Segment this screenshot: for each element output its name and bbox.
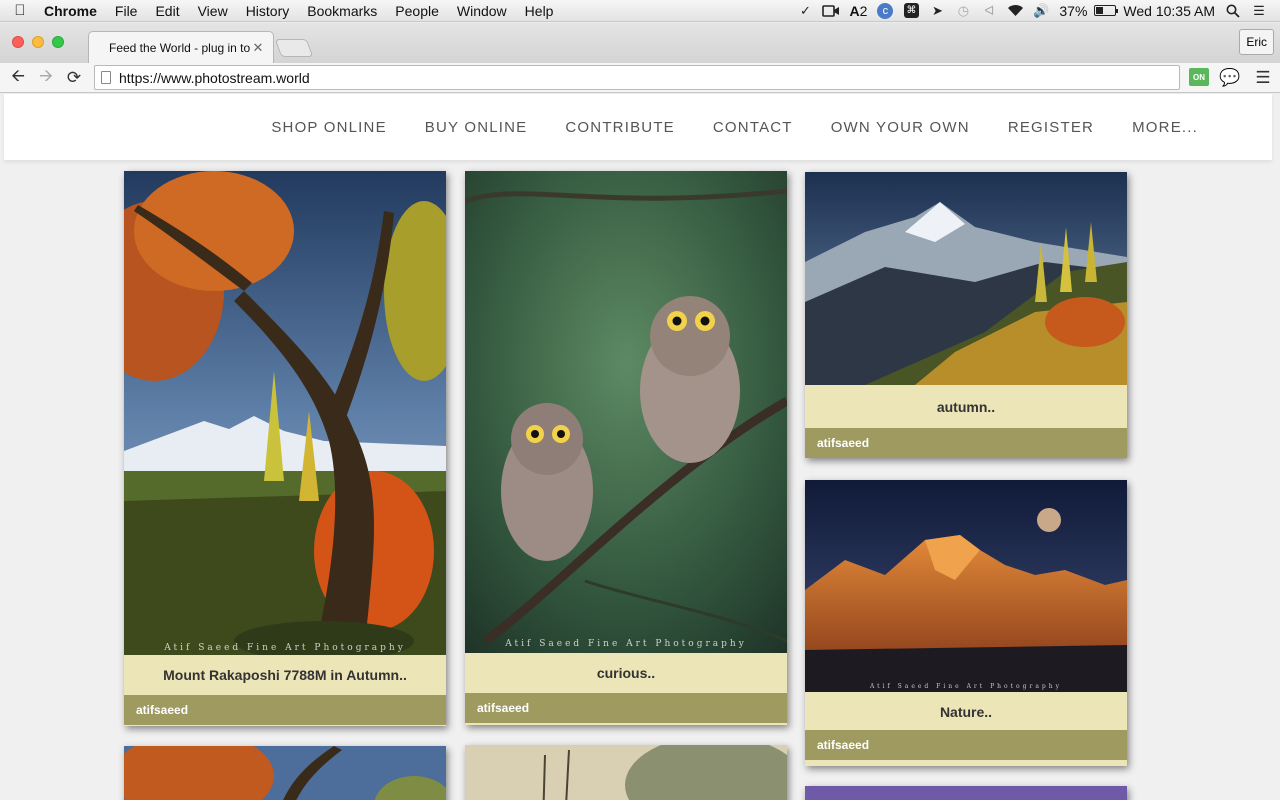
time-machine-icon[interactable]: ◷: [950, 0, 976, 22]
c-badge-icon[interactable]: c: [872, 0, 898, 22]
photo-card[interactable]: Atif Saeed Fine Art Photography Nature..…: [805, 480, 1127, 766]
battery-icon[interactable]: [1092, 0, 1119, 22]
command-key-icon[interactable]: ⌘: [898, 0, 924, 22]
address-bar[interactable]: https://www.photostream.world: [94, 65, 1180, 90]
photo-card[interactable]: [465, 745, 787, 800]
card-author[interactable]: atifsaeed: [805, 428, 1127, 458]
chat-bubble-extension-icon[interactable]: 💬: [1219, 68, 1240, 88]
nav-shop-online[interactable]: SHOP ONLINE: [271, 119, 386, 136]
nav-more[interactable]: MORE...: [1132, 119, 1198, 136]
spotlight-search-icon[interactable]: [1220, 0, 1246, 22]
photo-card[interactable]: Atif Saeed Fine Art Photography curious.…: [465, 171, 787, 725]
window-minimize-button[interactable]: [32, 36, 44, 48]
battery-percent: 37%: [1059, 2, 1088, 19]
photo-watermark: Atif Saeed Fine Art Photography: [164, 643, 406, 653]
photo-card[interactable]: [805, 786, 1127, 800]
tab-title: Feed the World - plug in to: [109, 40, 251, 55]
reload-icon[interactable]: ⟳: [60, 65, 88, 91]
menu-view[interactable]: View: [189, 3, 237, 19]
clock[interactable]: Wed 10:35 AM: [1118, 3, 1220, 19]
menu-edit[interactable]: Edit: [146, 3, 188, 19]
apple-menu-icon[interactable]: : [0, 2, 40, 19]
forward-arrow-icon[interactable]: 🡪: [32, 65, 60, 91]
fast-forward-icon[interactable]: ➤: [924, 0, 950, 22]
window-close-button[interactable]: [12, 36, 24, 48]
back-arrow-icon[interactable]: 🡨: [4, 65, 32, 91]
menu-people[interactable]: People: [386, 3, 448, 19]
card-caption[interactable]: autumn..: [805, 387, 1127, 427]
menu-window[interactable]: Window: [448, 3, 516, 19]
browser-toolbar: 🡨 🡪 ⟳ https://www.photostream.world ON 💬…: [0, 63, 1280, 93]
browser-tab-active[interactable]: Feed the World - plug in to ✕: [88, 31, 274, 63]
card-author[interactable]: atifsaeed: [805, 730, 1127, 760]
bluetooth-icon[interactable]: ᐊ: [976, 0, 1002, 22]
photo-card[interactable]: [124, 746, 446, 800]
window-maximize-button[interactable]: [52, 36, 64, 48]
nav-register[interactable]: REGISTER: [1008, 119, 1094, 136]
volume-icon[interactable]: 🔊: [1028, 0, 1054, 22]
photo-card[interactable]: autumn.. atifsaeed: [805, 172, 1127, 458]
card-caption[interactable]: Mount Rakaposhi 7788M in Autumn..: [124, 655, 446, 695]
menu-app-name[interactable]: Chrome: [40, 3, 106, 19]
nav-contact[interactable]: CONTACT: [713, 119, 793, 136]
browser-menu-icon[interactable]: ☰: [1253, 68, 1273, 88]
site-nav: SHOP ONLINE BUY ONLINE CONTRIBUTE CONTAC…: [233, 119, 1198, 136]
card-author[interactable]: atifsaeed: [124, 695, 446, 725]
wifi-icon[interactable]: [1002, 0, 1028, 22]
notification-center-icon[interactable]: ☰: [1246, 0, 1272, 22]
page-icon: [101, 71, 111, 84]
adobe-status-item[interactable]: A2: [844, 3, 872, 19]
menu-file[interactable]: File: [106, 3, 147, 19]
card-photo[interactable]: [805, 172, 1127, 385]
web-page: SHOP ONLINE BUY ONLINE CONTRIBUTE CONTAC…: [0, 94, 1280, 800]
profile-button[interactable]: Eric: [1239, 29, 1274, 55]
macos-menubar:  Chrome File Edit View History Bookmark…: [0, 0, 1280, 22]
tab-close-icon[interactable]: ✕: [251, 40, 265, 56]
battery-level: [1096, 7, 1104, 14]
card-caption[interactable]: Nature..: [805, 692, 1127, 732]
nav-own-your-own[interactable]: OWN YOUR OWN: [831, 119, 970, 136]
card-photo[interactable]: Atif Saeed Fine Art Photography: [805, 480, 1127, 692]
url-text[interactable]: https://www.photostream.world: [119, 70, 310, 86]
menu-help[interactable]: Help: [516, 3, 563, 19]
browser-tab-bar: Feed the World - plug in to ✕ Eric: [0, 23, 1280, 63]
card-author[interactable]: atifsaeed: [465, 693, 787, 723]
status-menus: ✓ A2 c ⌘ ➤ ◷ ᐊ 🔊 37% Wed 10:35 AM ☰: [792, 0, 1280, 22]
adobe-count: 2: [859, 2, 868, 19]
photo-watermark: Atif Saeed Fine Art Photography: [869, 683, 1063, 690]
nav-contribute[interactable]: CONTRIBUTE: [565, 119, 675, 136]
menu-bookmarks[interactable]: Bookmarks: [298, 3, 386, 19]
menu-history[interactable]: History: [237, 3, 299, 19]
site-header: SHOP ONLINE BUY ONLINE CONTRIBUTE CONTAC…: [4, 94, 1272, 160]
video-camera-icon[interactable]: [818, 0, 844, 22]
checkmark-circle-icon[interactable]: ✓: [792, 0, 818, 22]
photo-watermark: Atif Saeed Fine Art Photography: [505, 639, 747, 649]
photo-card[interactable]: Atif Saeed Fine Art Photography Mount Ra…: [124, 171, 446, 726]
adobe-icon: A: [849, 2, 860, 19]
card-caption[interactable]: curious..: [465, 653, 787, 693]
card-photo[interactable]: Atif Saeed Fine Art Photography: [124, 171, 446, 655]
extension-on-icon[interactable]: ON: [1189, 68, 1209, 86]
card-photo[interactable]: [805, 786, 1127, 800]
card-photo[interactable]: [465, 745, 787, 800]
card-photo[interactable]: [124, 746, 446, 800]
new-tab-button[interactable]: [274, 39, 314, 57]
card-photo[interactable]: Atif Saeed Fine Art Photography: [465, 171, 787, 653]
nav-buy-online[interactable]: BUY ONLINE: [425, 119, 528, 136]
